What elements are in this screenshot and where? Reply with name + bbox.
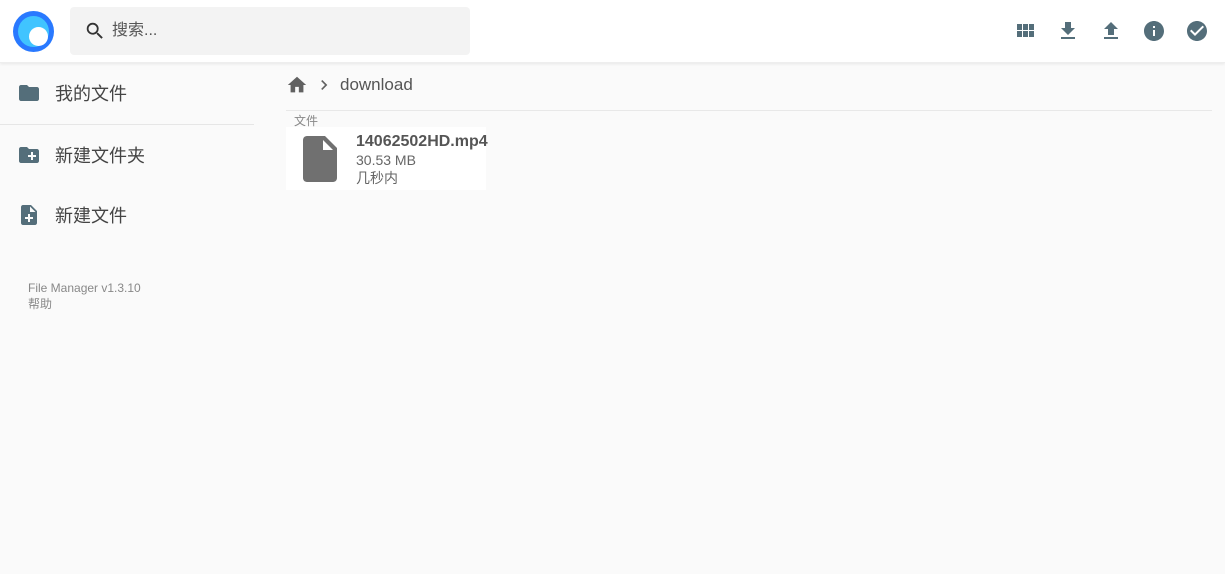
file-modified: 几秒内 xyxy=(356,170,398,186)
grid-icon xyxy=(1017,24,1034,37)
sidebar-item-label: 新建文件夹 xyxy=(55,146,145,166)
app-header xyxy=(0,0,1225,63)
folder-icon xyxy=(19,85,39,101)
sidebar-item-my-files[interactable]: 我的文件 xyxy=(0,63,254,123)
file-size: 30.53 MB xyxy=(356,152,416,168)
search-input[interactable] xyxy=(112,7,462,55)
breadcrumb: download xyxy=(286,70,413,100)
version-text: File Manager v1.3.10 xyxy=(28,281,141,295)
file-icon xyxy=(303,136,337,182)
file-name: 14062502HD.mp4 xyxy=(356,133,488,150)
file-item[interactable]: 14062502HD.mp4 30.53 MB 几秒内 xyxy=(286,127,488,190)
app-logo[interactable] xyxy=(13,11,54,52)
search-box[interactable] xyxy=(70,7,470,55)
check-circle-icon xyxy=(1187,21,1207,41)
grid-view-button[interactable] xyxy=(1011,17,1039,45)
sidebar-item-new-file[interactable]: 新建文件 xyxy=(0,185,254,245)
info-icon xyxy=(1144,21,1164,41)
help-link[interactable]: 帮助 xyxy=(28,296,141,312)
info-button[interactable] xyxy=(1140,17,1168,45)
search-icon xyxy=(86,22,103,39)
select-button[interactable] xyxy=(1183,17,1211,45)
upload-icon xyxy=(1104,22,1118,39)
upload-button[interactable] xyxy=(1097,17,1125,45)
download-icon xyxy=(1061,22,1075,39)
new-file-icon xyxy=(21,205,37,225)
new-folder-icon xyxy=(19,147,39,163)
download-button[interactable] xyxy=(1054,17,1082,45)
credits: File Manager v1.3.10 帮助 xyxy=(28,280,141,312)
content-divider xyxy=(286,110,1212,111)
chevron-right-icon xyxy=(321,80,328,90)
sidebar-item-label: 我的文件 xyxy=(55,84,127,104)
breadcrumb-item[interactable]: download xyxy=(340,75,413,95)
sidebar-item-new-folder[interactable]: 新建文件夹 xyxy=(0,125,254,185)
sidebar-item-label: 新建文件 xyxy=(55,206,127,226)
home-icon[interactable] xyxy=(286,74,308,96)
